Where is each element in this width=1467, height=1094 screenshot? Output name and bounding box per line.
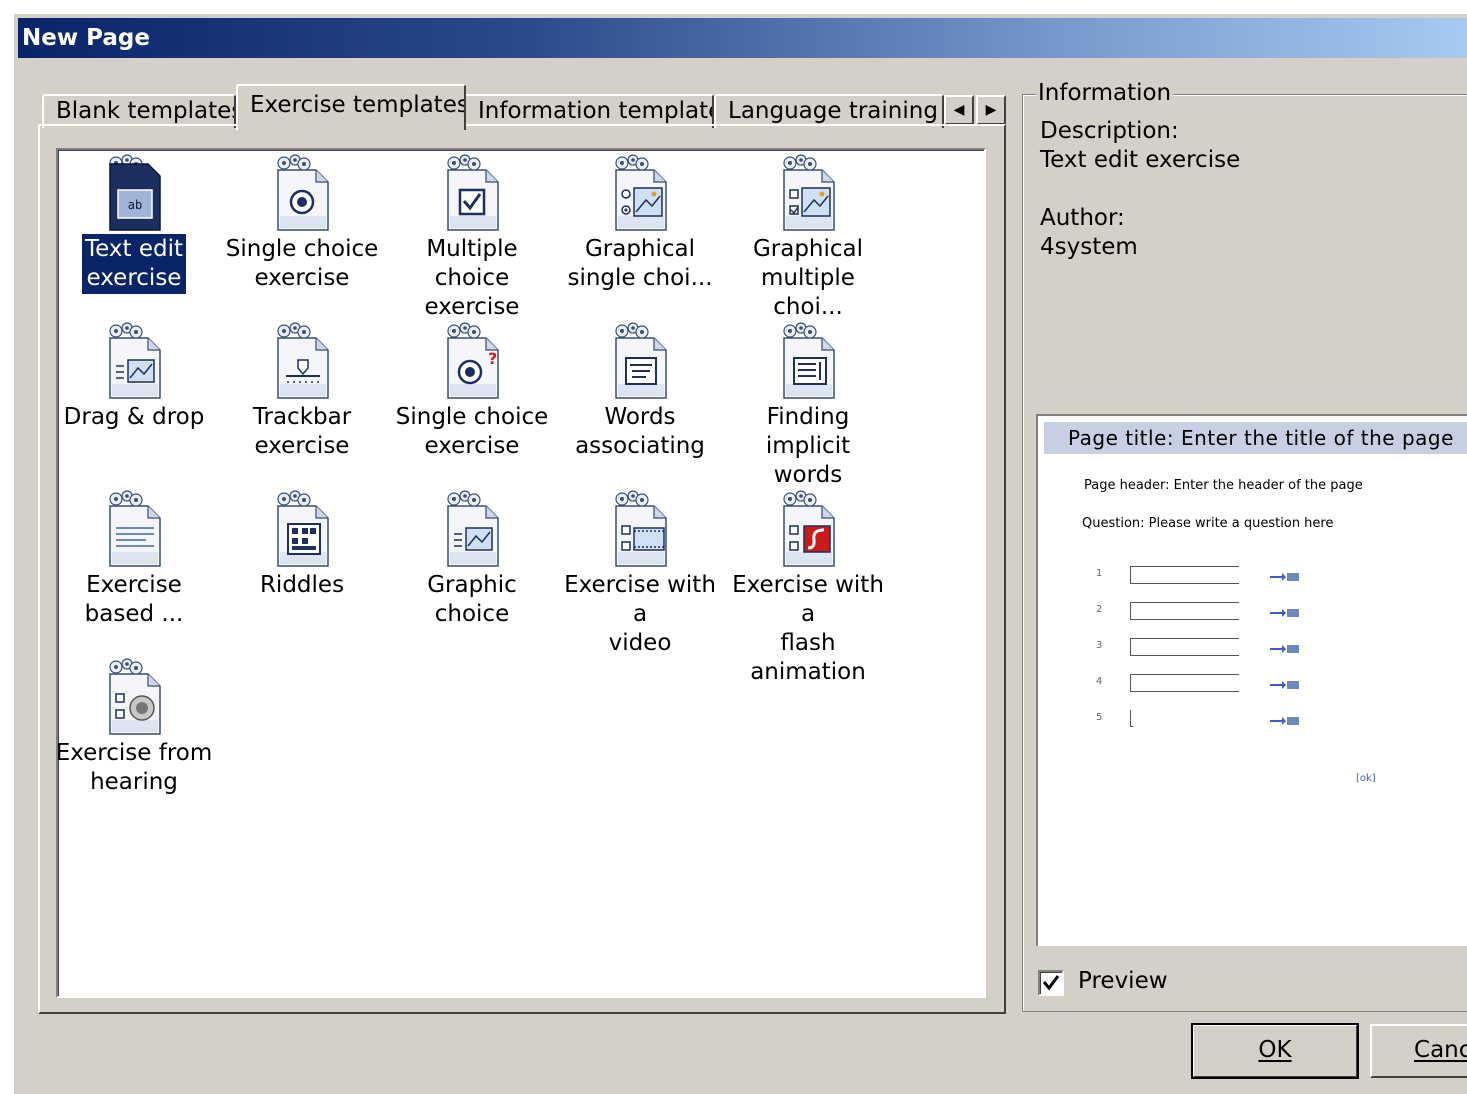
new-page-dialog: New Page Blank templates Exercise templa… xyxy=(12,12,1467,1094)
template-item[interactable]: Words associating xyxy=(556,322,724,462)
preview-arrow-icon xyxy=(1270,640,1302,659)
ok-button-label: OK xyxy=(1258,1037,1292,1063)
template-item[interactable]: Graphic choice xyxy=(388,490,556,630)
preview-question: Question: Please write a question here xyxy=(1082,516,1334,531)
checkbox-icon xyxy=(447,154,499,231)
preview-row-number: 3 xyxy=(1096,640,1103,651)
template-item-label: Words associating xyxy=(575,404,705,459)
template-item-label: Graphical single choi... xyxy=(567,236,713,291)
graphical-single-icon xyxy=(615,154,667,231)
template-item-label: Graphical multiple choi... xyxy=(752,236,864,320)
preview-answer-field xyxy=(1130,638,1239,656)
preview-row-number: 2 xyxy=(1096,604,1103,615)
template-item-label: Text edit exercise xyxy=(82,234,186,294)
riddles-icon xyxy=(277,490,329,567)
template-item[interactable]: Riddles xyxy=(218,490,386,601)
svg-text:ab: ab xyxy=(128,198,142,212)
preview-arrow-icon xyxy=(1270,676,1302,695)
graphic-choice-icon xyxy=(447,490,499,567)
template-item-label: Exercise with a flash animation xyxy=(732,572,884,685)
tab-blank-templates[interactable]: Blank templates xyxy=(42,94,236,128)
tab-exercise-templates[interactable]: Exercise templates xyxy=(236,84,466,130)
template-item[interactable]: Single choice exercise xyxy=(218,154,386,294)
preview-arrow-icon xyxy=(1270,604,1302,623)
cancel-button[interactable]: Cancel xyxy=(1370,1024,1467,1078)
svg-text:?: ? xyxy=(488,349,497,368)
author-label: Author: xyxy=(1040,205,1125,231)
preview-ok-link: [ok] xyxy=(1356,773,1376,784)
words-associating-icon xyxy=(615,322,667,399)
template-item[interactable]: Exercise based ... xyxy=(50,490,218,630)
information-legend: Information xyxy=(1036,80,1174,106)
template-item[interactable]: ? Single choice exercise xyxy=(388,322,556,462)
template-item-label: Graphic choice xyxy=(427,572,517,627)
template-item-label: Exercise with a video xyxy=(564,572,716,656)
template-item[interactable]: Graphical multiple choi... xyxy=(724,154,892,323)
template-list[interactable]: ab Text edit exercise Single choice exerci… xyxy=(56,148,986,998)
tab-language-training[interactable]: Language training t xyxy=(714,94,944,128)
trackbar-icon xyxy=(277,322,329,399)
preview-answer-field xyxy=(1130,710,1133,727)
implicit-words-icon xyxy=(783,322,835,399)
template-item-label: Single choice exercise xyxy=(395,404,549,459)
preview-answer-field xyxy=(1130,566,1239,584)
template-item[interactable]: Exercise with a video xyxy=(556,490,724,659)
radio-icon xyxy=(277,154,329,231)
template-item-label: Riddles xyxy=(259,572,345,598)
text-edit-icon: ab xyxy=(109,154,161,231)
template-item-label: Exercise from hearing xyxy=(55,740,213,795)
tab-scroll-left-button[interactable]: ◀ xyxy=(944,95,974,125)
tab-scroll-right-button[interactable]: ▶ xyxy=(976,95,1006,125)
drag-drop-icon xyxy=(109,322,161,399)
preview-pane: Page title: Enter the title of the page … xyxy=(1036,414,1467,946)
template-item[interactable]: Exercise with a flash animation xyxy=(724,490,892,688)
arrow-left-icon: ◀ xyxy=(953,102,965,118)
checkmark-icon xyxy=(1042,975,1060,991)
preview-answer-field xyxy=(1130,674,1239,692)
preview-arrow-icon xyxy=(1270,568,1302,587)
preview-checkbox[interactable] xyxy=(1038,970,1064,996)
text-lines-icon xyxy=(109,490,161,567)
preview-page-header: Page header: Enter the header of the pag… xyxy=(1084,478,1363,493)
preview-row-number: 1 xyxy=(1096,568,1103,579)
template-item-label: Single choice exercise xyxy=(225,236,379,291)
template-tabs: Blank templates Exercise templates Infor… xyxy=(40,84,1010,130)
template-item[interactable]: Exercise from hearing xyxy=(50,658,218,798)
cancel-button-label: Cancel xyxy=(1414,1037,1467,1063)
template-item-label: Multiple choice exercise xyxy=(424,236,520,320)
template-item-label: Drag & drop xyxy=(63,404,205,430)
template-item-label: Trackbar exercise xyxy=(252,404,352,459)
arrow-right-icon: ▶ xyxy=(985,102,997,118)
template-item[interactable]: Drag & drop xyxy=(50,322,218,433)
template-item[interactable]: Trackbar exercise xyxy=(218,322,386,462)
preview-answer-field xyxy=(1130,602,1239,620)
tab-panel: ab Text edit exercise Single choice exerci… xyxy=(38,124,1006,1014)
preview-row-number: 4 xyxy=(1096,676,1103,687)
speaker-icon xyxy=(109,658,161,735)
template-item[interactable]: Multiple choice exercise xyxy=(388,154,556,323)
title-bar: New Page xyxy=(18,18,1467,58)
preview-checkbox-label[interactable]: Preview xyxy=(1078,968,1168,994)
template-item[interactable]: Finding implicit words xyxy=(724,322,892,491)
template-item-label: Exercise based ... xyxy=(84,572,184,627)
tab-information-templates[interactable]: Information templates xyxy=(464,94,714,128)
template-item[interactable]: ab Text edit exercise xyxy=(50,154,218,294)
preview-arrow-icon xyxy=(1270,712,1302,731)
template-item-label: Finding implicit words xyxy=(765,404,851,488)
author-value: 4system xyxy=(1040,234,1138,260)
description-label: Description: xyxy=(1040,118,1179,144)
preview-row-number: 5 xyxy=(1096,712,1103,723)
video-icon xyxy=(615,490,667,567)
radio-question-icon: ? xyxy=(447,322,499,399)
flash-icon xyxy=(783,490,835,567)
template-item[interactable]: Graphical single choi... xyxy=(556,154,724,294)
ok-button[interactable]: OK xyxy=(1191,1023,1359,1079)
description-value: Text edit exercise xyxy=(1040,147,1241,173)
preview-page-title: Page title: Enter the title of the page xyxy=(1044,422,1467,454)
graphical-multiple-icon xyxy=(783,154,835,231)
window-title: New Page xyxy=(22,25,150,51)
